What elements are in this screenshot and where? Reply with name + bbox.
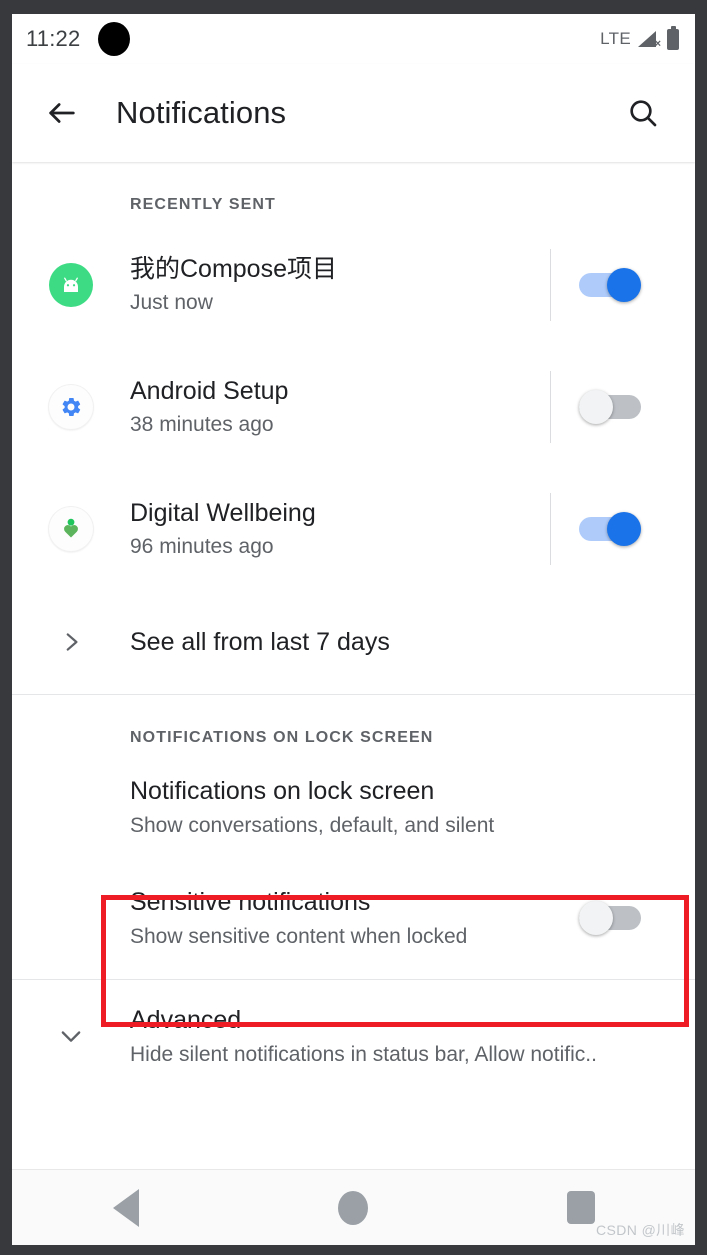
digital-wellbeing-icon [49,507,93,551]
app-bar: Notifications [12,64,695,162]
see-all-row[interactable]: See all from last 7 days [12,590,695,694]
notification-toggle[interactable] [579,268,641,302]
app-icon [12,507,130,551]
sensitive-notifications-toggle[interactable] [579,901,641,935]
camera-cutout [98,22,131,56]
page-title: Notifications [116,95,287,130]
advanced-text: Advanced Hide silent notifications in st… [130,1004,669,1068]
section-header-recently-sent: RECENTLY SENT [130,196,276,213]
pref-text: Sensitive notifications Show sensitive c… [12,886,551,950]
back-triangle-icon[interactable] [81,1180,171,1236]
home-circle-icon[interactable] [308,1180,398,1236]
app-row-text: 我的Compose项目 Just now [130,254,538,317]
app-icon [12,385,130,429]
app-row[interactable]: Android Setup 38 minutes ago [12,346,695,468]
sensitive-toggle-cell[interactable] [551,901,669,935]
app-row[interactable]: Digital Wellbeing 96 minutes ago [12,468,695,590]
app-icon [12,263,130,307]
app-time: 96 minutes ago [130,535,274,558]
pref-title: Notifications on lock screen [130,777,435,806]
pref-row-notifications-on-lock-screen[interactable]: Notifications on lock screen Show conver… [12,757,695,857]
status-icons: LTE × [600,25,679,50]
chevron-down-icon [12,1022,130,1050]
notification-toggle[interactable] [579,512,641,546]
android-robot-icon [49,263,93,307]
pref-subtitle: Show conversations, default, and silent [130,813,495,837]
status-time: 11:22 [26,26,81,51]
device-frame: 11:22 LTE × Notifications RECENTLY SENT … [0,0,707,1255]
app-toggle-cell[interactable] [551,268,669,302]
pref-text: Notifications on lock screen Show conver… [12,775,669,839]
status-bar: 11:22 LTE × [12,14,695,64]
advanced-title: Advanced [130,1006,242,1035]
see-all-label: See all from last 7 days [130,627,390,656]
gear-icon [49,385,93,429]
lte-label: LTE [600,29,631,48]
advanced-subtitle: Hide silent notifications in status bar,… [130,1042,597,1066]
app-time: 38 minutes ago [130,413,274,436]
chevron-right-icon [12,629,130,655]
app-row-text: Android Setup 38 minutes ago [130,376,538,439]
app-row[interactable]: 我的Compose项目 Just now [12,224,695,346]
app-toggle-cell[interactable] [551,390,669,424]
pref-subtitle: Show sensitive content when locked [130,924,468,948]
advanced-row[interactable]: Advanced Hide silent notifications in st… [12,980,695,1092]
system-navigation-bar: CSDN @川峰 [12,1169,695,1245]
notification-toggle[interactable] [579,390,641,424]
app-time: Just now [130,291,213,314]
app-name: 我的Compose项目 [130,254,337,283]
battery-full-icon [667,25,679,50]
app-name: Android Setup [130,376,289,405]
pref-title: Sensitive notifications [130,888,371,917]
settings-content: RECENTLY SENT 我的Compose项目 Just now Andro… [12,162,695,1092]
phone-screen: 11:22 LTE × Notifications RECENTLY SENT … [12,14,695,1245]
app-toggle-cell[interactable] [551,512,669,546]
signal-no-service-icon: × [638,29,661,50]
arrow-back-icon[interactable] [36,87,88,139]
app-name: Digital Wellbeing [130,498,316,527]
section-header-lock-screen: NOTIFICATIONS ON LOCK SCREEN [130,729,434,746]
watermark: CSDN @川峰 [596,1222,685,1238]
pref-row-sensitive-notifications[interactable]: Sensitive notifications Show sensitive c… [12,857,695,979]
search-icon[interactable] [617,87,669,139]
app-row-text: Digital Wellbeing 96 minutes ago [130,498,538,561]
